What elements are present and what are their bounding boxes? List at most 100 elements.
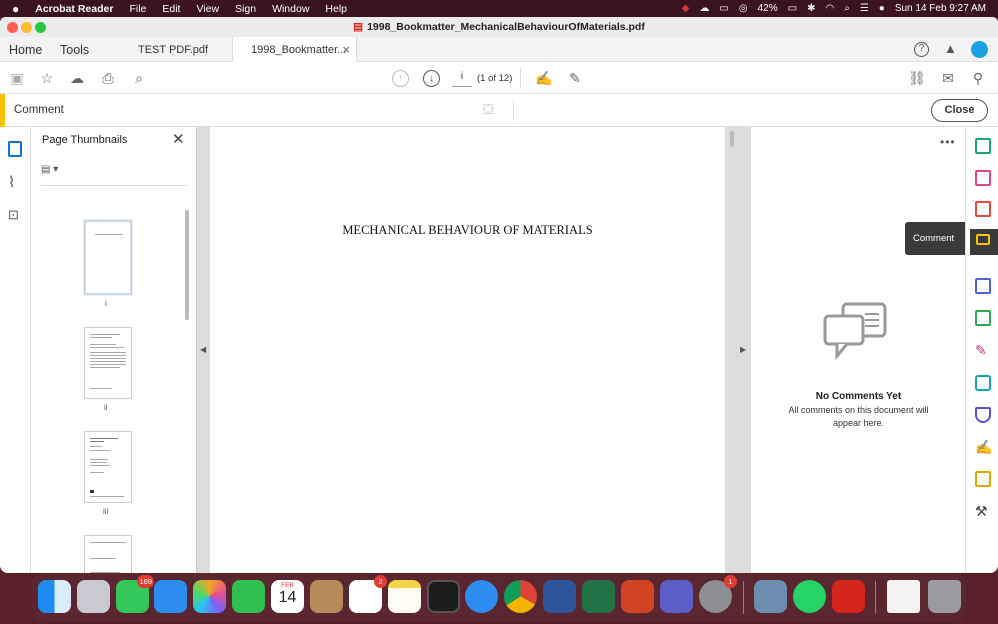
print-icon[interactable]: ⎙: [98, 68, 118, 88]
attachments-paperclip-icon[interactable]: ⌇: [8, 173, 15, 191]
control-center-icon[interactable]: ☰: [860, 3, 869, 14]
page-thumbnail-ii[interactable]: [84, 327, 132, 399]
next-page-icon[interactable]: ↓: [423, 70, 440, 87]
close-comment-button[interactable]: Close: [931, 99, 988, 122]
no-comments-line-1: All comments on this document will: [788, 405, 929, 415]
export-pdf-icon[interactable]: [975, 201, 991, 217]
protect-shield-icon[interactable]: [975, 407, 991, 423]
help-icon[interactable]: ?: [914, 42, 929, 57]
collapse-left-panel-icon[interactable]: ◀: [200, 345, 206, 354]
bluetooth-icon[interactable]: ✱: [807, 3, 815, 14]
compress-pdf-icon[interactable]: [975, 310, 991, 326]
messages-dock-icon[interactable]: 169: [116, 575, 154, 613]
security-lock-icon[interactable]: ⊡: [8, 207, 19, 223]
tab-close-icon[interactable]: ×: [342, 42, 350, 57]
bookmark-star-icon[interactable]: ☆: [37, 68, 57, 88]
zoom-window-button[interactable]: [35, 22, 46, 33]
page-number-input[interactable]: i: [452, 71, 472, 87]
notes-dock-icon[interactable]: [388, 580, 421, 613]
tab-tools[interactable]: Tools: [60, 37, 89, 62]
launchpad-dock-icon[interactable]: [77, 580, 110, 613]
reminders-dock-icon[interactable]: 2: [349, 575, 387, 613]
document-scrollbar[interactable]: [730, 131, 734, 147]
zoom-search-icon[interactable]: ⌕: [129, 68, 149, 88]
previous-page-icon[interactable]: ↑: [392, 70, 409, 87]
excel-dock-icon[interactable]: [582, 580, 615, 613]
add-person-icon[interactable]: ⚲: [968, 68, 988, 88]
minimize-window-button[interactable]: [21, 22, 32, 33]
more-tools-icon[interactable]: ⚒: [975, 503, 991, 519]
menu-help[interactable]: Help: [317, 3, 355, 15]
airdrop-icon[interactable]: ◎: [739, 3, 748, 14]
create-pdf-icon[interactable]: [975, 138, 991, 154]
fill-sign-icon[interactable]: ✎: [565, 68, 585, 88]
document-heading: MECHANICAL BEHAVIOUR OF MATERIALS: [342, 223, 593, 237]
scan-ocr-icon[interactable]: [975, 471, 991, 487]
menu-app-name[interactable]: Acrobat Reader: [27, 3, 121, 15]
preview-dock-icon[interactable]: [754, 580, 787, 613]
edit-pdf-icon[interactable]: [975, 375, 991, 391]
close-window-button[interactable]: [7, 22, 18, 33]
page-thumbnail-iv[interactable]: [84, 535, 132, 573]
highlight-paint-icon[interactable]: ⛋: [483, 101, 494, 118]
calendar-month: FEB: [281, 582, 294, 589]
acrobat-dock-icon[interactable]: [832, 580, 865, 613]
fill-sign-tool-icon[interactable]: ✎: [975, 342, 991, 358]
battery-icon[interactable]: ▭: [788, 3, 797, 14]
pdf-document-dock-icon[interactable]: [887, 580, 920, 613]
combine-files-icon[interactable]: [975, 278, 991, 294]
word-dock-icon[interactable]: [543, 580, 576, 613]
page-thumbnails-icon[interactable]: [8, 141, 22, 157]
expand-right-panel-icon[interactable]: ▶: [740, 345, 746, 354]
search-icon[interactable]: ⌕: [844, 3, 850, 14]
upload-cloud-icon[interactable]: ☁: [67, 68, 87, 88]
menu-sign[interactable]: Sign: [227, 3, 264, 15]
sign-pen-icon[interactable]: ✍: [534, 68, 554, 88]
menu-file[interactable]: File: [121, 3, 154, 15]
page-thumbnail-iii[interactable]: [84, 431, 132, 503]
save-icon[interactable]: ▣: [7, 68, 27, 88]
activity-monitor-dock-icon[interactable]: [427, 580, 460, 613]
comment-tool-icon[interactable]: [970, 229, 998, 255]
request-signature-icon[interactable]: ✍: [975, 439, 992, 455]
photos-dock-icon[interactable]: [193, 580, 226, 613]
tab-test-pdf[interactable]: TEST PDF.pdf: [138, 37, 208, 62]
wifi-icon[interactable]: ◠: [825, 3, 834, 14]
teams-dock-icon[interactable]: [660, 580, 693, 613]
contacts-dock-icon[interactable]: [310, 580, 343, 613]
page-thumbnail-i[interactable]: [83, 219, 133, 296]
menu-edit[interactable]: Edit: [154, 3, 188, 15]
thumbnails-scrollbar[interactable]: [185, 210, 189, 320]
notifications-bell-icon[interactable]: ▲: [944, 41, 957, 56]
email-icon[interactable]: ✉: [938, 68, 958, 88]
cloud-icon[interactable]: ☁: [699, 3, 709, 14]
apple-icon[interactable]: ●: [0, 2, 27, 16]
page-count: (1 of 12): [477, 73, 513, 84]
close-thumbnails-icon[interactable]: ✕: [172, 130, 185, 148]
whatsapp-dock-icon[interactable]: [793, 580, 826, 613]
account-avatar[interactable]: [971, 41, 988, 58]
menu-window[interactable]: Window: [264, 3, 317, 15]
chrome-dock-icon[interactable]: [504, 580, 537, 613]
organize-pages-icon[interactable]: [975, 170, 991, 186]
tools-rail: ✎ ✍ ⚒: [965, 127, 998, 573]
finder-dock-icon[interactable]: [38, 580, 71, 613]
clock-text[interactable]: Sun 14 Feb 9:27 AM: [895, 3, 986, 14]
left-nav-rail: ⌇ ⊡: [0, 127, 31, 573]
tab-home[interactable]: Home: [9, 37, 42, 62]
system-preferences-dock-icon[interactable]: 1: [699, 575, 737, 613]
calendar-dock-icon[interactable]: FEB 14: [271, 580, 304, 613]
display-icon[interactable]: ▭: [719, 3, 728, 14]
trash-dock-icon[interactable]: [928, 580, 961, 613]
menu-view[interactable]: View: [188, 3, 227, 15]
thumbnail-options-dropdown[interactable]: ▤ ▾: [41, 164, 67, 177]
safari-dock-icon[interactable]: [465, 580, 498, 613]
mcafee-icon[interactable]: ◆: [682, 3, 690, 14]
mail-dock-icon[interactable]: [154, 580, 187, 613]
more-options-icon[interactable]: •••: [940, 135, 956, 149]
siri-icon[interactable]: ●: [879, 3, 885, 14]
tab-active-document[interactable]: 1998_Bookmatter... ×: [232, 37, 357, 62]
share-link-icon[interactable]: ⛓: [907, 68, 927, 88]
powerpoint-dock-icon[interactable]: [621, 580, 654, 613]
facetime-dock-icon[interactable]: [232, 580, 265, 613]
